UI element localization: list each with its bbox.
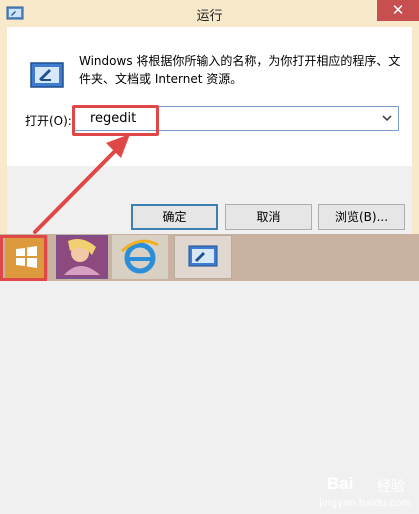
watermark-brand: Bai (327, 474, 354, 493)
annotation-arrow (33, 134, 130, 234)
watermark-brand-cn: 经验 (377, 479, 405, 495)
baidu-watermark: Bai 经验 jingyan.baidu.com (315, 468, 415, 514)
watermark-url: jingyan.baidu.com (319, 498, 412, 509)
